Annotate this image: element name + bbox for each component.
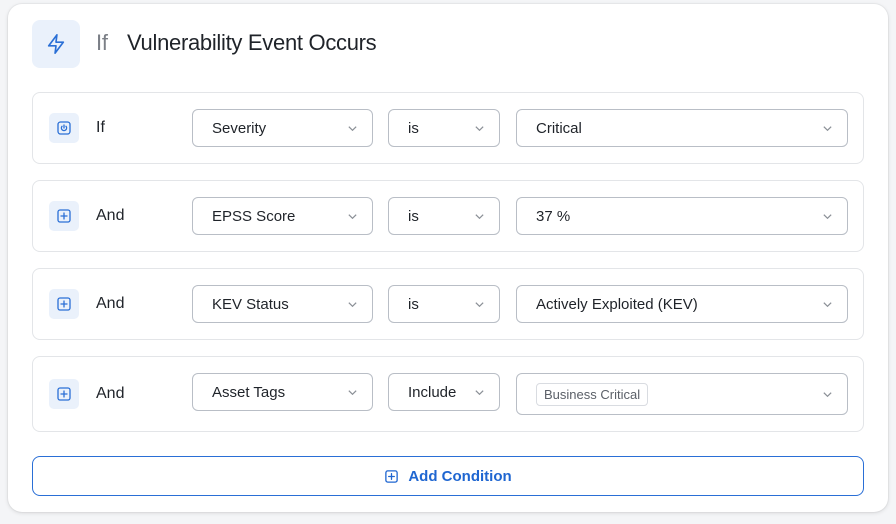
value-select[interactable]: Critical [516,109,848,147]
chevron-down-icon [348,126,357,132]
chevron-down-icon [475,390,484,396]
condition-row: If Severity is Critical [32,92,864,164]
operator-select[interactable]: is [388,197,500,235]
value-select-value: 37 % [536,207,571,225]
header-prefix: If [96,30,108,55]
field-select[interactable]: Asset Tags [192,373,373,411]
value-select[interactable]: 37 % [516,197,848,235]
condition-connector: And [96,385,125,402]
value-select-value: Actively Exploited (KEV) [536,295,698,313]
page-title: Vulnerability Event Occurs [127,30,377,55]
add-condition-label: Add Condition [408,467,512,485]
condition-row: And EPSS Score is 37 % [32,180,864,252]
chevron-down-icon [475,126,484,132]
operator-select[interactable]: is [388,109,500,147]
field-select[interactable]: KEV Status [192,285,373,323]
chevron-down-icon [348,302,357,308]
chevron-down-icon [823,302,832,308]
value-select[interactable]: Actively Exploited (KEV) [516,285,848,323]
chevron-down-icon [823,214,832,220]
chevron-down-icon [823,126,832,132]
field-select[interactable]: EPSS Score [192,197,373,235]
condition-row: And KEV Status is Actively Exploited (KE… [32,268,864,340]
chevron-down-icon [475,214,484,220]
add-condition-button[interactable]: Add Condition [32,456,864,496]
chevron-down-icon [348,390,357,396]
chevron-down-icon [823,392,832,398]
field-select-value: EPSS Score [212,207,296,225]
field-select-value: Asset Tags [212,383,286,401]
chevron-down-icon [348,214,357,220]
operator-select[interactable]: Include [388,373,500,411]
tag-chip[interactable]: Business Critical [536,382,649,406]
condition-connector: If [96,119,105,136]
operator-select-value: is [408,295,419,313]
plus-square-icon[interactable] [49,379,79,409]
field-select-value: Severity [212,119,267,137]
value-select-value: Critical [536,119,582,137]
condition-connector: And [96,295,125,312]
condition-row: And Asset Tags Include Business Critical [32,356,864,432]
operator-select-value: is [408,119,419,137]
operator-select[interactable]: is [388,285,500,323]
plus-square-icon[interactable] [49,289,79,319]
field-select-value: KEV Status [212,295,289,313]
rule-card: If Vulnerability Event Occurs If Severit… [8,4,888,512]
value-multiselect[interactable]: Business Critical [516,373,848,415]
plus-square-icon [384,469,399,484]
power-icon[interactable] [49,113,79,143]
lightning-icon [32,20,80,68]
plus-square-icon[interactable] [49,201,79,231]
field-select[interactable]: Severity [192,109,373,147]
operator-select-value: is [408,207,419,225]
operator-select-value: Include [408,383,457,401]
condition-connector: And [96,207,125,224]
chevron-down-icon [475,302,484,308]
